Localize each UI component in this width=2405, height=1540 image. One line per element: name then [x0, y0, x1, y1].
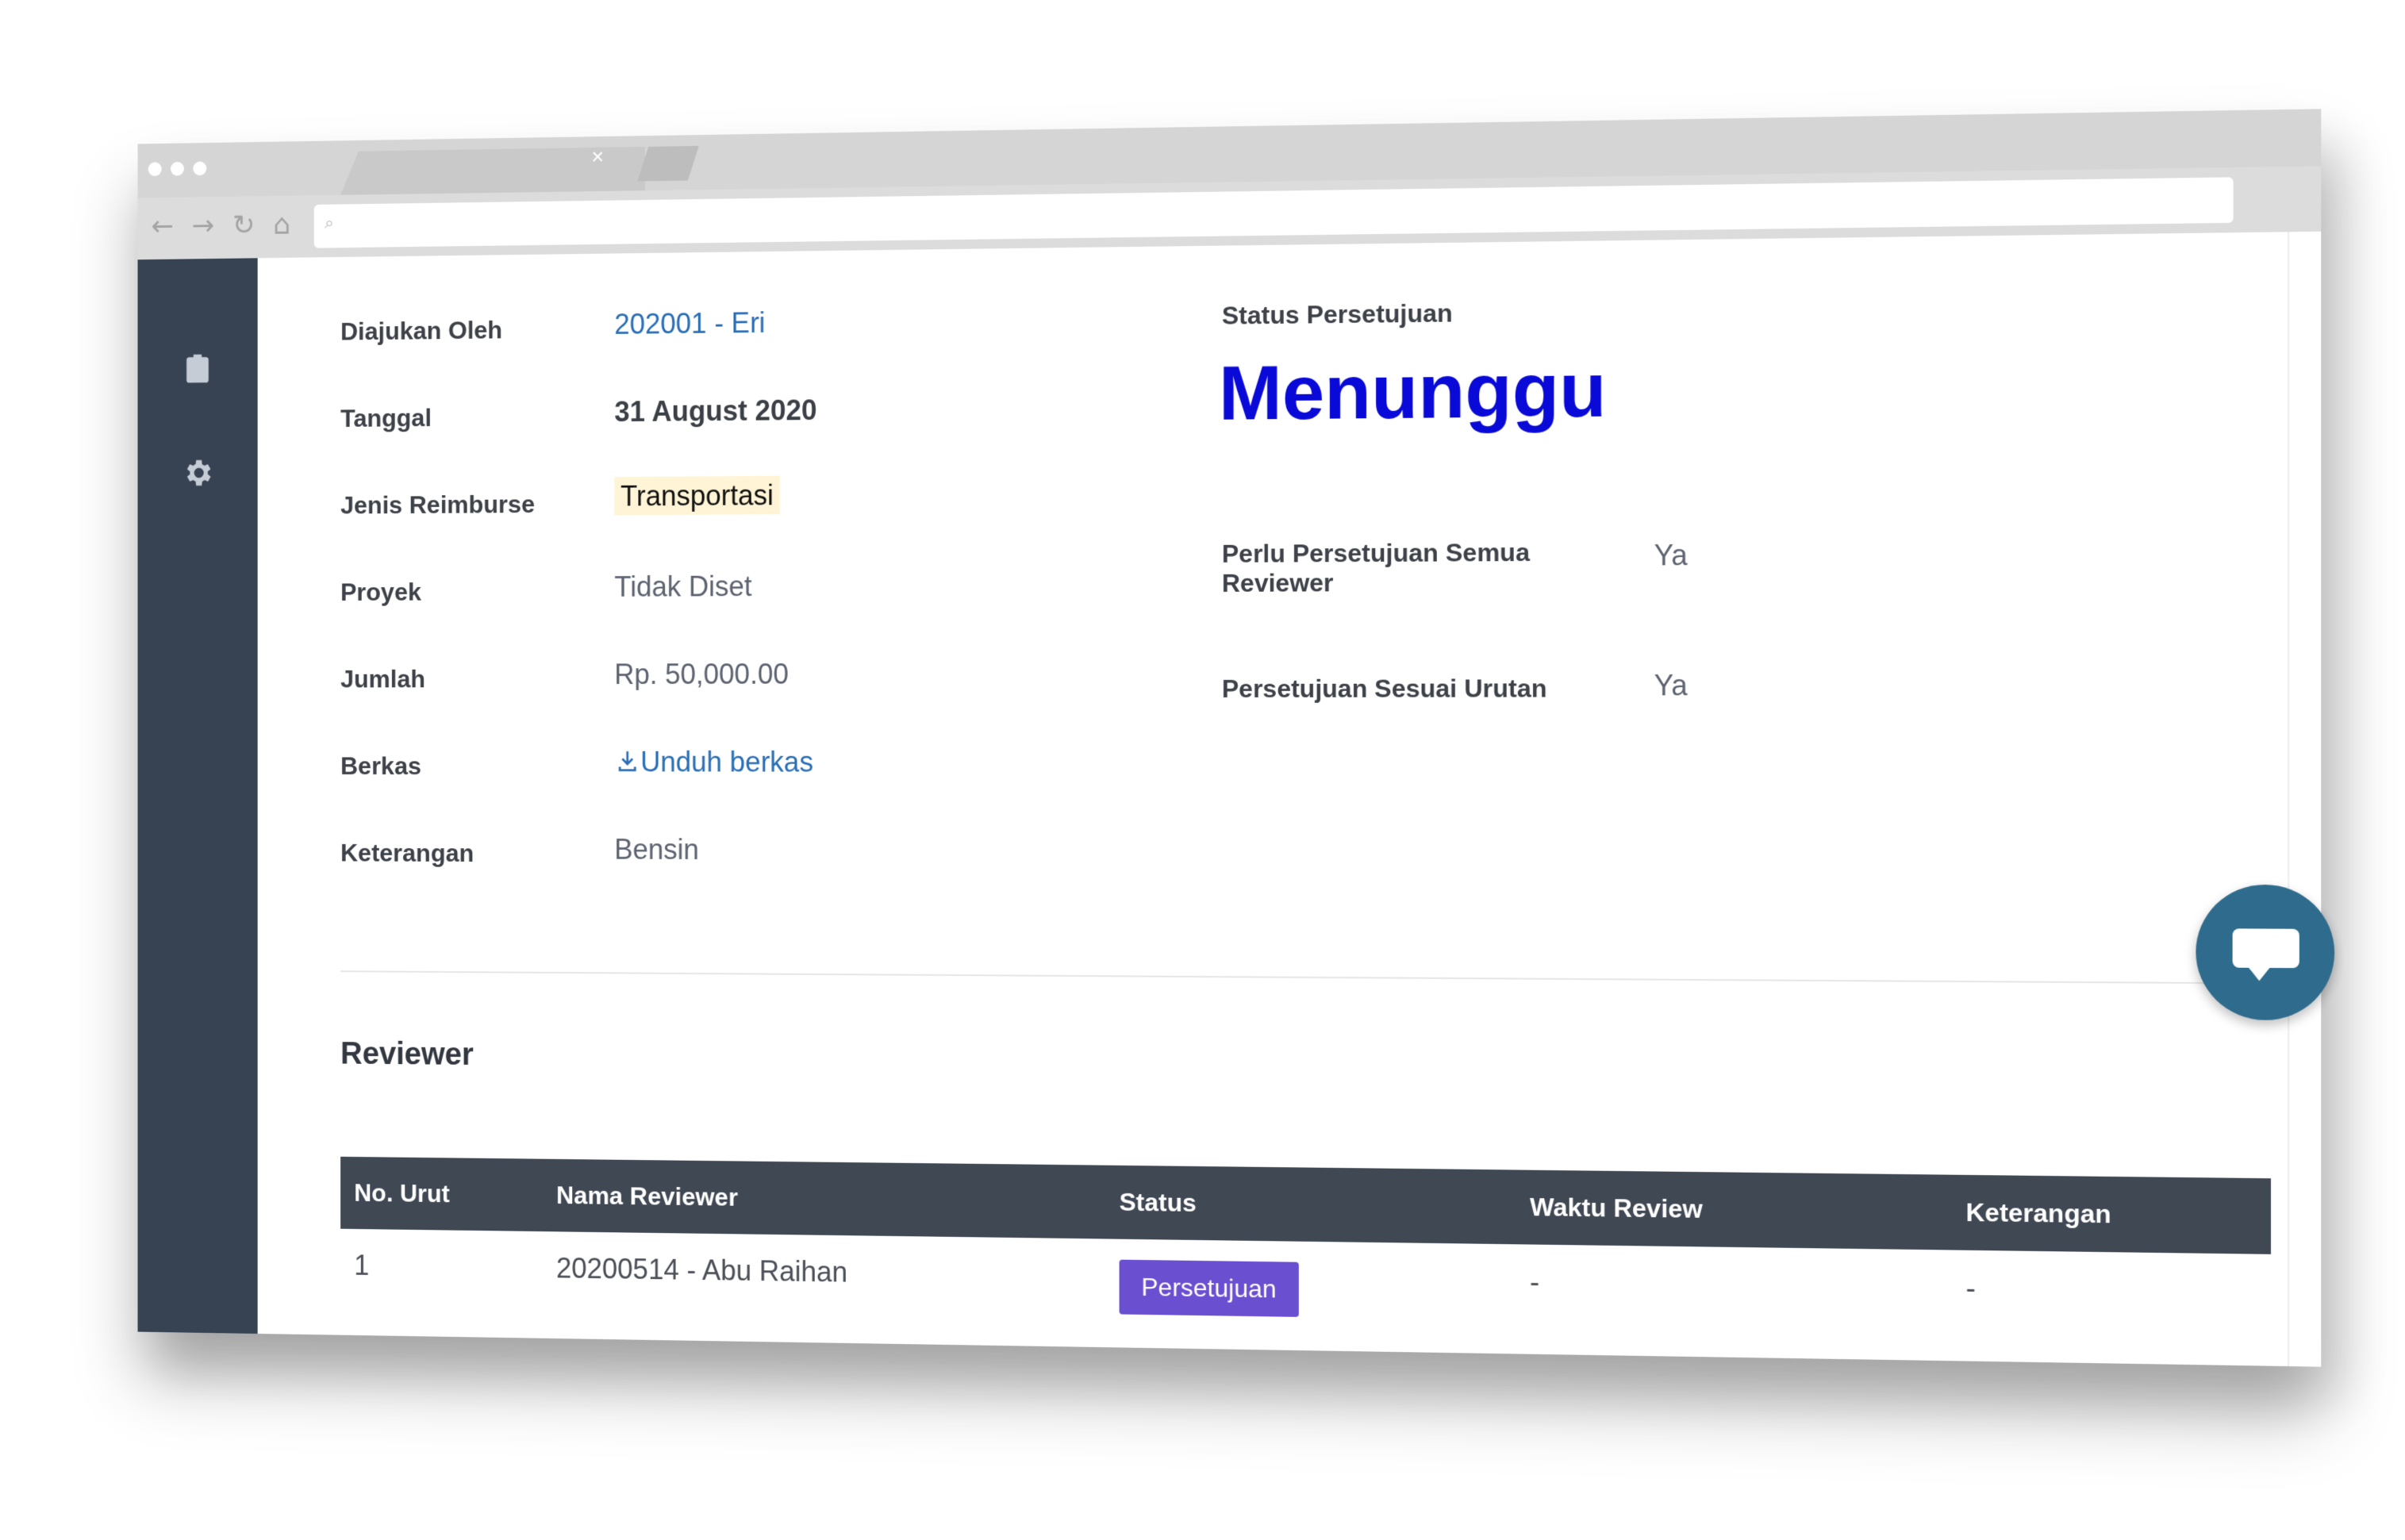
chat-button[interactable] — [2196, 884, 2335, 1021]
row-no: 1 — [354, 1249, 370, 1281]
date-label: Tanggal — [340, 403, 432, 432]
gear-icon[interactable] — [181, 455, 214, 490]
col-status: Status — [1105, 1165, 1516, 1245]
col-no-urut: No. Urut — [340, 1156, 543, 1232]
row-status-cell: Persetujuan — [1105, 1239, 1516, 1341]
amount-value: Rp. 50,000.00 — [614, 658, 789, 690]
type-value: Transportasi — [614, 475, 780, 516]
project-value: Tidak Diset — [614, 570, 752, 603]
note-label: Keterangan — [340, 839, 474, 867]
file-label: Berkas — [340, 751, 421, 780]
row-note: - — [1965, 1271, 1976, 1305]
reimburse-detail-card: Diajukan Oleh 202001 - Eri Tanggal 31 Au… — [295, 232, 2290, 1367]
forward-arrow-icon[interactable]: → — [192, 210, 215, 242]
ordered-approval-value: Ya — [1654, 668, 1688, 702]
app-sidebar — [137, 258, 258, 1334]
col-keterangan: Keterangan — [1950, 1174, 2272, 1254]
all-reviewer-label-line1: Perlu Persetujuan Semua — [1221, 537, 1530, 568]
row-review-time: - — [1530, 1265, 1540, 1299]
col-waktu-review: Waktu Review — [1515, 1169, 1951, 1250]
submitted-by-label: Diajukan Oleh — [340, 315, 503, 346]
download-file-label[interactable]: Unduh berkas — [640, 746, 813, 778]
new-tab-button[interactable] — [637, 146, 698, 182]
all-reviewer-label: Perlu Persetujuan Semua Reviewer — [1222, 538, 1530, 598]
back-arrow-icon[interactable]: ← — [151, 210, 173, 242]
chat-bubble-icon — [2232, 928, 2299, 969]
all-reviewer-label-line2: Reviewer — [1221, 568, 1334, 597]
download-file-link[interactable]: Unduh berkas — [614, 746, 813, 779]
clipboard-check-icon[interactable] — [181, 351, 214, 386]
browser-window: × ← → ↻ ⌂ ⌕ Diajukan Oleh 202001 - Eri T… — [137, 109, 2335, 1367]
nav-controls: ← → ↻ ⌂ — [151, 209, 290, 242]
status-badge[interactable]: Persetujuan — [1119, 1259, 1299, 1317]
ordered-approval-label: Persetujuan Sesuai Urutan — [1221, 674, 1547, 703]
all-reviewer-value: Ya — [1654, 538, 1688, 572]
reviewer-name-link[interactable]: 20200514 - Abu Raihan — [543, 1231, 1105, 1335]
col-nama-reviewer: Nama Reviewer — [542, 1158, 1105, 1239]
project-label: Proyek — [340, 578, 421, 606]
submitted-by-link[interactable]: 202001 - Eri — [614, 306, 765, 341]
close-tab-icon[interactable]: × — [591, 144, 604, 170]
reviewer-section-title: Reviewer — [340, 1036, 474, 1072]
search-icon: ⌕ — [325, 213, 334, 233]
window-dot-icon[interactable] — [170, 161, 184, 176]
reload-icon[interactable]: ↻ — [232, 209, 255, 241]
window-dot-icon[interactable] — [193, 161, 207, 176]
amount-label: Jumlah — [340, 664, 425, 693]
note-value: Bensin — [614, 833, 699, 866]
type-badge: Transportasi — [614, 475, 780, 516]
reviewer-table: No. Urut Nama Reviewer Status Waktu Revi… — [340, 1156, 2272, 1353]
home-icon[interactable]: ⌂ — [273, 209, 290, 240]
approval-status-value: Menunggu — [1218, 347, 1607, 436]
type-label: Jenis Reimburse — [340, 490, 536, 520]
window-dot-icon[interactable] — [148, 162, 162, 177]
approval-status-label: Status Persetujuan — [1221, 298, 1453, 330]
window-controls[interactable] — [148, 161, 207, 177]
section-divider — [340, 970, 2272, 985]
download-icon — [618, 751, 636, 772]
date-value: 31 August 2020 — [614, 394, 817, 428]
